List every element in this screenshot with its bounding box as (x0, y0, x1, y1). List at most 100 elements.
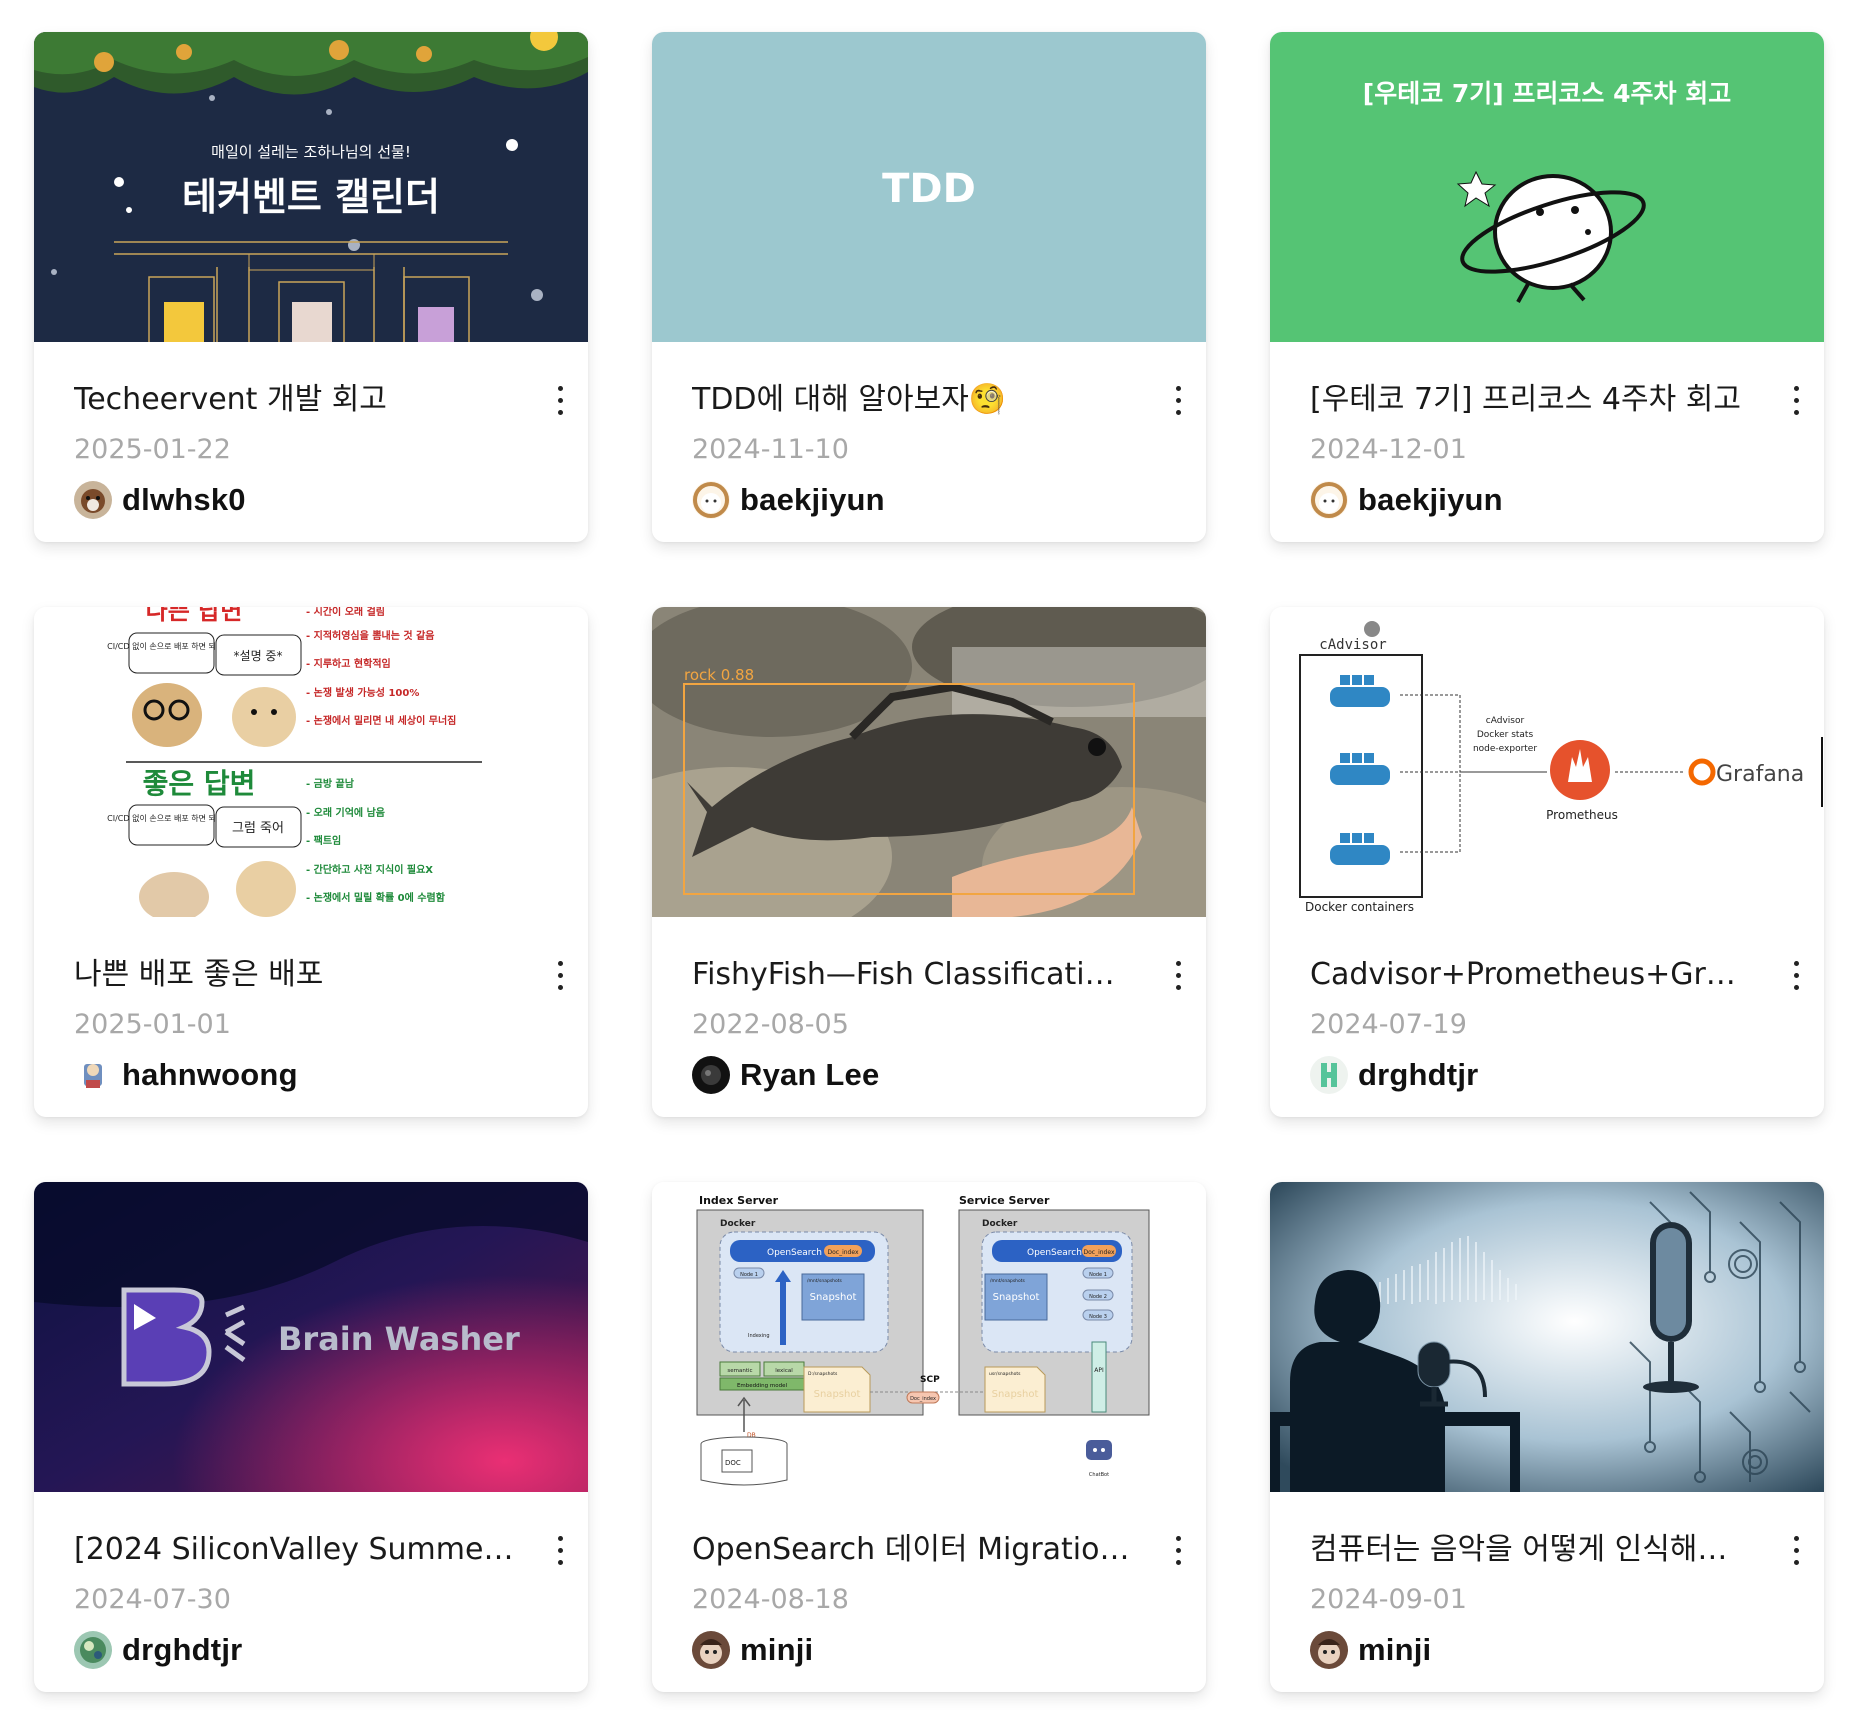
post-author[interactable]: minji (1310, 1630, 1431, 1670)
post-date: 2024-12-01 (1310, 434, 1467, 465)
thumb-node: Node 1 (1089, 1272, 1107, 1278)
author-name: minji (1358, 1632, 1432, 1667)
thumb-snapshot: Snapshot (992, 1389, 1039, 1400)
post-card[interactable]: [우테코 7기] 프리코스 4주차 회고 [우테코 7기] 프리코스 4주차 회… (1270, 32, 1824, 542)
more-options-icon[interactable] (1782, 1530, 1810, 1570)
post-date: 2024-07-19 (1310, 1009, 1467, 1040)
post-author[interactable]: Ryan Lee (692, 1055, 879, 1095)
thumb-node: Node 1 (740, 1272, 758, 1278)
post-card[interactable]: 나쁜 답변 좋은 답변 CI/CD 없이 손으로 배포 하면 되잖아? *설명 … (34, 607, 588, 1117)
thumb-bad-title: 나쁜 답변 (146, 607, 243, 625)
post-thumbnail: 매일이 설레는 조하나님의 선물! 테커벤트 캘린더 (34, 32, 588, 342)
more-options-icon[interactable] (546, 955, 574, 995)
post-title[interactable]: Cadvisor+Prometheus+Grafan... (1310, 957, 1750, 993)
more-options-icon[interactable] (1782, 380, 1810, 420)
thumb-doc-index: Doc_index (1083, 1249, 1114, 1256)
thumb-path: usr/snapshots (989, 1371, 1021, 1377)
thumb-docker: Docker (982, 1219, 1018, 1229)
post-card[interactable]: Brain Washer [2024 SiliconValley Summer … (34, 1182, 588, 1692)
post-date: 2024-08-18 (692, 1584, 849, 1615)
post-title[interactable]: TDD에 대해 알아보자🧐 (692, 382, 1132, 418)
author-name: Ryan Lee (740, 1057, 880, 1092)
post-card[interactable]: 매일이 설레는 조하나님의 선물! 테커벤트 캘린더 Techeervent 개… (34, 32, 588, 542)
thumb-cadvisor: cAdvisor (1319, 637, 1386, 653)
avatar (74, 481, 112, 519)
thumb-title: TDD (882, 166, 976, 212)
post-thumbnail: cAdvisor Docker containers cAdvisor Dock… (1270, 607, 1824, 917)
thumb-snapshot: Snapshot (993, 1292, 1040, 1303)
thumb-snapshot: Snapshot (810, 1292, 857, 1303)
thumb-semantic: semantic (727, 1368, 752, 1374)
thumb-opensearch: OpenSearch (767, 1248, 822, 1258)
post-author[interactable]: minji (692, 1630, 813, 1670)
thumb-bad-point: - 지적허영심을 뽐내는 것 같음 (306, 629, 434, 642)
post-grid: 매일이 설레는 조하나님의 선물! 테커벤트 캘린더 Techeervent 개… (34, 32, 1824, 1712)
thumb-good-point: - 팩트임 (306, 834, 341, 847)
more-options-icon[interactable] (546, 1530, 574, 1570)
thumb-grafana: Grafana (1716, 762, 1804, 787)
thumb-subtitle: 매일이 설레는 조하나님의 선물! (211, 143, 411, 161)
thumb-good-point: - 간단하고 사전 지식이 필요X (306, 863, 433, 876)
post-card[interactable]: cAdvisor Docker containers cAdvisor Dock… (1270, 607, 1824, 1117)
post-card[interactable]: TDD TDD에 대해 알아보자🧐 2024-11-10 baekjiyun (652, 32, 1206, 542)
thumb-metric: node-exporter (1473, 744, 1537, 754)
thumb-metric: Docker stats (1477, 730, 1534, 740)
author-name: dlwhsk0 (122, 482, 246, 517)
thumb-opensearch: OpenSearch (1027, 1248, 1082, 1258)
thumb-path: /mnt/snapshots (990, 1278, 1026, 1284)
more-options-icon[interactable] (1164, 1530, 1192, 1570)
author-name: baekjiyun (740, 482, 885, 517)
post-card[interactable]: rock 0.88 FishyFish—Fish Classification … (652, 607, 1206, 1117)
thumb-snapshot: Snapshot (814, 1389, 861, 1400)
more-options-icon[interactable] (546, 380, 574, 420)
thumb-metric: cAdvisor (1486, 716, 1525, 726)
more-options-icon[interactable] (1782, 955, 1810, 995)
post-title[interactable]: [2024 SiliconValley Summer B... (74, 1532, 514, 1568)
post-author[interactable]: baekjiyun (1310, 480, 1503, 520)
post-title[interactable]: OpenSearch 데이터 Migration: ... (692, 1532, 1132, 1568)
post-author[interactable]: drghdtjr (74, 1630, 242, 1670)
more-options-icon[interactable] (1164, 955, 1192, 995)
thumb-good-reply: 그럼 죽어 (232, 821, 284, 836)
avatar (692, 1631, 730, 1669)
post-date: 2024-09-01 (1310, 1584, 1467, 1615)
thumb-path: /mnt/snapshots (807, 1278, 843, 1284)
more-options-icon[interactable] (1164, 380, 1192, 420)
thumb-path: D:/snapshots (808, 1371, 838, 1377)
post-card[interactable]: Index Server Service Server Docker Docke… (652, 1182, 1206, 1692)
thumb-title: Brain Washer (278, 1320, 520, 1358)
author-name: hahnwoong (122, 1057, 298, 1092)
thumb-node: Node 3 (1089, 1314, 1107, 1320)
thumb-api: API (1094, 1367, 1104, 1374)
avatar (1310, 481, 1348, 519)
thumb-bad-point: - 시간이 오래 걸림 (306, 607, 385, 618)
thumb-lexical: lexical (775, 1368, 793, 1374)
avatar (692, 481, 730, 519)
post-thumbnail: [우테코 7기] 프리코스 4주차 회고 (1270, 32, 1824, 342)
post-author[interactable]: hahnwoong (74, 1055, 298, 1095)
post-date: 2024-11-10 (692, 434, 849, 465)
thumb-chatbot: ChatBot (1089, 1472, 1109, 1478)
thumb-doc-index: Doc_index (827, 1249, 858, 1256)
thumb-index-server: Index Server (699, 1194, 779, 1207)
post-thumbnail: Brain Washer (34, 1182, 588, 1492)
post-card[interactable]: 컴퓨터는 음악을 어떻게 인식해서 ... 2024-09-01 minji (1270, 1182, 1824, 1692)
thumb-embedding: Embedding model (737, 1383, 788, 1389)
post-title[interactable]: Techeervent 개발 회고 (74, 382, 514, 418)
post-title[interactable]: [우테코 7기] 프리코스 4주차 회고 (1310, 382, 1750, 418)
thumb-title: 테커벤트 캘린더 (182, 175, 440, 219)
thumb-good-point: - 논쟁에서 밀릴 확률 0에 수렴함 (306, 891, 446, 904)
post-title[interactable]: 나쁜 배포 좋은 배포 (74, 957, 514, 993)
post-title[interactable]: FishyFish—Fish Classification ... (692, 957, 1132, 993)
post-author[interactable]: dlwhsk0 (74, 480, 246, 520)
post-date: 2025-01-01 (74, 1009, 231, 1040)
author-name: drghdtjr (122, 1632, 243, 1667)
thumb-bad-point: - 논쟁에서 밀리면 내 세상이 무너짐 (306, 714, 456, 727)
thumb-service-server: Service Server (959, 1194, 1050, 1207)
post-author[interactable]: baekjiyun (692, 480, 885, 520)
post-author[interactable]: drghdtjr (1310, 1055, 1478, 1095)
avatar (692, 1056, 730, 1094)
thumb-good-title: 좋은 답변 (143, 767, 256, 800)
post-thumbnail: TDD (652, 32, 1206, 342)
post-title[interactable]: 컴퓨터는 음악을 어떻게 인식해서 ... (1310, 1532, 1750, 1568)
